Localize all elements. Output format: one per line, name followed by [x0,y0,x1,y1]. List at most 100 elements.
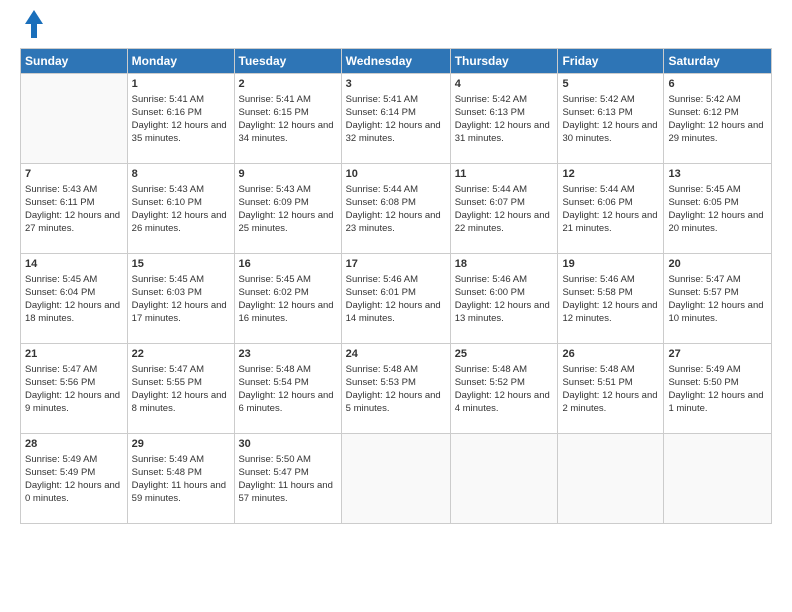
day-info: Sunrise: 5:48 AMSunset: 5:53 PMDaylight:… [346,364,446,415]
header [20,16,772,38]
day-number: 8 [132,167,230,182]
weekday-wednesday: Wednesday [341,49,450,74]
day-number: 10 [346,167,446,182]
logo [20,16,45,38]
day-info: Sunrise: 5:41 AMSunset: 6:16 PMDaylight:… [132,94,230,145]
day-cell [21,74,128,164]
day-info: Sunrise: 5:42 AMSunset: 6:13 PMDaylight:… [562,94,659,145]
day-cell: 2 Sunrise: 5:41 AMSunset: 6:15 PMDaylight… [234,74,341,164]
day-cell: 16 Sunrise: 5:45 AMSunset: 6:02 PMDayligh… [234,254,341,344]
day-number: 16 [239,257,337,272]
weekday-friday: Friday [558,49,664,74]
day-cell: 17 Sunrise: 5:46 AMSunset: 6:01 PMDayligh… [341,254,450,344]
day-cell [558,434,664,524]
day-number: 27 [668,347,767,362]
day-number: 11 [455,167,554,182]
day-number: 14 [25,257,123,272]
day-number: 24 [346,347,446,362]
day-number: 5 [562,77,659,92]
day-info: Sunrise: 5:44 AMSunset: 6:07 PMDaylight:… [455,184,554,235]
day-number: 3 [346,77,446,92]
day-info: Sunrise: 5:45 AMSunset: 6:04 PMDaylight:… [25,274,123,325]
day-number: 29 [132,437,230,452]
day-info: Sunrise: 5:49 AMSunset: 5:49 PMDaylight:… [25,454,123,505]
day-cell [450,434,558,524]
day-cell: 23Sunrise: 5:48 AMSunset: 5:54 PMDayligh… [234,344,341,434]
day-cell: 21 Sunrise: 5:47 AMSunset: 5:56 PMDayligh… [21,344,128,434]
day-cell: 9 Sunrise: 5:43 AMSunset: 6:09 PMDaylight… [234,164,341,254]
day-info: Sunrise: 5:42 AMSunset: 6:12 PMDaylight:… [668,94,767,145]
day-cell: 8 Sunrise: 5:43 AMSunset: 6:10 PMDaylight… [127,164,234,254]
day-info: Sunrise: 5:47 AMSunset: 5:55 PMDaylight:… [132,364,230,415]
day-info: Sunrise: 5:47 AMSunset: 5:56 PMDaylight:… [25,364,123,415]
day-number: 26 [562,347,659,362]
weekday-tuesday: Tuesday [234,49,341,74]
day-cell: 30Sunrise: 5:50 AMSunset: 5:47 PMDayligh… [234,434,341,524]
day-cell: 29 Sunrise: 5:49 AMSunset: 5:48 PMDayligh… [127,434,234,524]
day-info: Sunrise: 5:44 AMSunset: 6:06 PMDaylight:… [562,184,659,235]
week-row-1: 7 Sunrise: 5:43 AMSunset: 6:11 PMDaylight… [21,164,772,254]
day-number: 17 [346,257,446,272]
week-row-2: 14 Sunrise: 5:45 AMSunset: 6:04 PMDayligh… [21,254,772,344]
day-info: Sunrise: 5:42 AMSunset: 6:13 PMDaylight:… [455,94,554,145]
day-info: Sunrise: 5:48 AMSunset: 5:51 PMDaylight:… [562,364,659,415]
day-info: Sunrise: 5:47 AMSunset: 5:57 PMDaylight:… [668,274,767,325]
day-cell: 3 Sunrise: 5:41 AMSunset: 6:14 PMDaylight… [341,74,450,164]
calendar-table: SundayMondayTuesdayWednesdayThursdayFrid… [20,48,772,524]
day-info: Sunrise: 5:46 AMSunset: 6:00 PMDaylight:… [455,274,554,325]
day-info: Sunrise: 5:45 AMSunset: 6:03 PMDaylight:… [132,274,230,325]
day-info: Sunrise: 5:44 AMSunset: 6:08 PMDaylight:… [346,184,446,235]
day-cell: 5 Sunrise: 5:42 AMSunset: 6:13 PMDaylight… [558,74,664,164]
day-cell: 20 Sunrise: 5:47 AMSunset: 5:57 PMDayligh… [664,254,772,344]
day-number: 19 [562,257,659,272]
day-number: 22 [132,347,230,362]
day-number: 7 [25,167,123,182]
day-cell [341,434,450,524]
day-info: Sunrise: 5:48 AMSunset: 5:52 PMDaylight:… [455,364,554,415]
day-cell: 27 Sunrise: 5:49 AMSunset: 5:50 PMDayligh… [664,344,772,434]
day-cell: 13Sunrise: 5:45 AMSunset: 6:05 PMDayligh… [664,164,772,254]
day-number: 25 [455,347,554,362]
day-info: Sunrise: 5:43 AMSunset: 6:09 PMDaylight:… [239,184,337,235]
weekday-saturday: Saturday [664,49,772,74]
day-cell: 15 Sunrise: 5:45 AMSunset: 6:03 PMDayligh… [127,254,234,344]
day-number: 2 [239,77,337,92]
day-cell: 12 Sunrise: 5:44 AMSunset: 6:06 PMDayligh… [558,164,664,254]
day-info: Sunrise: 5:46 AMSunset: 5:58 PMDaylight:… [562,274,659,325]
day-number: 18 [455,257,554,272]
day-info: Sunrise: 5:49 AMSunset: 5:50 PMDaylight:… [668,364,767,415]
day-info: Sunrise: 5:41 AMSunset: 6:14 PMDaylight:… [346,94,446,145]
day-cell: 7 Sunrise: 5:43 AMSunset: 6:11 PMDaylight… [21,164,128,254]
day-cell: 10 Sunrise: 5:44 AMSunset: 6:08 PMDayligh… [341,164,450,254]
day-info: Sunrise: 5:45 AMSunset: 6:02 PMDaylight:… [239,274,337,325]
day-info: Sunrise: 5:43 AMSunset: 6:10 PMDaylight:… [132,184,230,235]
day-cell: 24 Sunrise: 5:48 AMSunset: 5:53 PMDayligh… [341,344,450,434]
day-info: Sunrise: 5:46 AMSunset: 6:01 PMDaylight:… [346,274,446,325]
day-number: 9 [239,167,337,182]
day-info: Sunrise: 5:49 AMSunset: 5:48 PMDaylight:… [132,454,230,505]
day-number: 20 [668,257,767,272]
day-number: 30 [239,437,337,452]
day-cell: 25 Sunrise: 5:48 AMSunset: 5:52 PMDayligh… [450,344,558,434]
day-number: 21 [25,347,123,362]
day-info: Sunrise: 5:43 AMSunset: 6:11 PMDaylight:… [25,184,123,235]
day-number: 6 [668,77,767,92]
week-row-4: 28 Sunrise: 5:49 AMSunset: 5:49 PMDayligh… [21,434,772,524]
day-cell: 4 Sunrise: 5:42 AMSunset: 6:13 PMDaylight… [450,74,558,164]
day-number: 4 [455,77,554,92]
weekday-sunday: Sunday [21,49,128,74]
day-cell: 1Sunrise: 5:41 AMSunset: 6:16 PMDaylight… [127,74,234,164]
day-cell: 11 Sunrise: 5:44 AMSunset: 6:07 PMDayligh… [450,164,558,254]
day-info: Sunrise: 5:45 AMSunset: 6:05 PMDaylight:… [668,184,767,235]
day-number: 28 [25,437,123,452]
day-info: Sunrise: 5:48 AMSunset: 5:54 PMDaylight:… [239,364,337,415]
weekday-monday: Monday [127,49,234,74]
day-info: Sunrise: 5:41 AMSunset: 6:15 PMDaylight:… [239,94,337,145]
day-cell: 22 Sunrise: 5:47 AMSunset: 5:55 PMDayligh… [127,344,234,434]
day-number: 15 [132,257,230,272]
page: SundayMondayTuesdayWednesdayThursdayFrid… [0,0,792,612]
logo-icon [23,10,45,38]
day-cell: 18 Sunrise: 5:46 AMSunset: 6:00 PMDayligh… [450,254,558,344]
day-cell: 26 Sunrise: 5:48 AMSunset: 5:51 PMDayligh… [558,344,664,434]
day-number: 12 [562,167,659,182]
